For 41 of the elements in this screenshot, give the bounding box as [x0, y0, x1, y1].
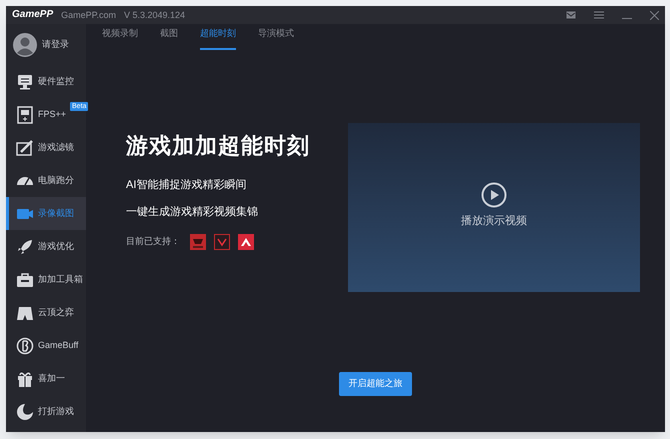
tab[interactable]: 超能时刻: [200, 26, 236, 50]
support-label: 目前已支持：: [126, 235, 180, 248]
sidebar-item[interactable]: 硬件监控: [6, 65, 86, 98]
sidebar-item[interactable]: 喜加一: [6, 362, 86, 395]
fps-icon: [16, 106, 34, 124]
monitor-icon: [16, 72, 34, 90]
game-icon: [238, 234, 254, 250]
play-icon[interactable]: [481, 182, 507, 208]
tab[interactable]: 导演模式: [258, 26, 294, 50]
video-label: 播放演示视频: [461, 214, 527, 229]
app-logo: GamePP: [12, 10, 54, 20]
site-text: GamePP.com: [61, 10, 116, 20]
tab[interactable]: 视频录制: [102, 26, 138, 50]
buff-icon: [16, 336, 34, 354]
hero-title: 游戏加加超能时刻: [126, 135, 310, 157]
sidebar-item[interactable]: GameBuff: [6, 329, 86, 362]
sidebar-item[interactable]: 录像截图: [6, 197, 86, 230]
start-button[interactable]: 开启超能之旅: [339, 372, 412, 396]
sidebar-item[interactable]: 电脑跑分: [6, 164, 86, 197]
close-icon[interactable]: [650, 10, 659, 20]
game-icon: [190, 234, 206, 250]
feature-text: 一键生成游戏精彩视频集锦: [126, 204, 259, 220]
filter-icon: [16, 138, 34, 156]
rocket-icon: [16, 238, 34, 256]
avatar-icon[interactable]: [13, 33, 37, 57]
version-text: V 5.3.2049.124: [124, 10, 186, 20]
sidebar-item[interactable]: 云顶之弈: [6, 296, 86, 329]
sidebar-item[interactable]: 游戏优化: [6, 230, 86, 263]
login-link[interactable]: 请登录: [42, 38, 69, 52]
tab[interactable]: 截图: [160, 26, 178, 50]
video-panel[interactable]: 播放演示视频: [348, 123, 640, 292]
mail-icon[interactable]: [566, 11, 576, 19]
sidebar-item[interactable]: 加加工具箱: [6, 263, 86, 296]
menu-icon[interactable]: [594, 11, 604, 19]
feature-text: AI智能捕捉游戏精彩瞬间: [126, 178, 248, 193]
sidebar-item[interactable]: 游戏滤镜: [6, 131, 86, 164]
gauge-icon: [16, 176, 34, 186]
toolbox-icon: [16, 270, 34, 288]
gift-icon: [16, 370, 34, 388]
game-icon: [214, 234, 230, 250]
sidebar-item[interactable]: 打折游戏: [6, 395, 86, 428]
